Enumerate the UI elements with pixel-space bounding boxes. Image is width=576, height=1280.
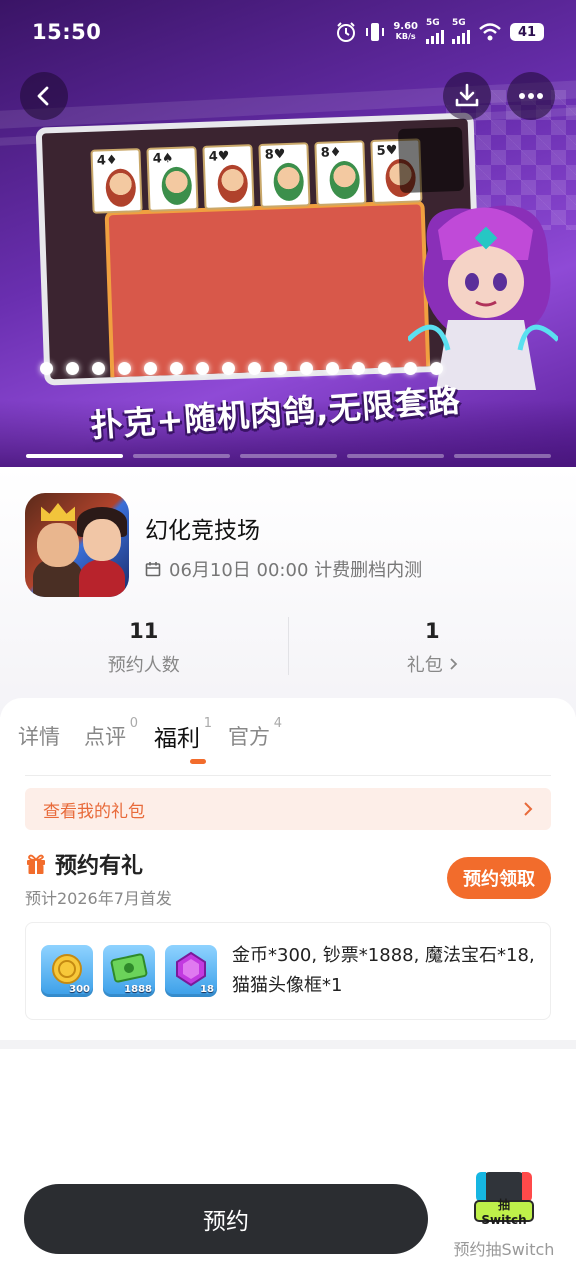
reward-description: 金币*300, 钞票*1888, 魔法宝石*18, 猫猫头像框*1 [232,945,535,996]
reservation-count: 11 [129,619,159,643]
hero-banner[interactable]: 4♦ 4♠ 4♥ 8♥ 8♦ 5♥ 扑克+随机肉鸽,无限套路 [0,0,576,467]
reserve-button[interactable]: 预约 [24,1184,428,1254]
chevron-right-icon [524,802,533,816]
coin-reward-icon: 300 [41,945,93,997]
tab-benefits[interactable]: 福利 1 [154,716,212,756]
tab-reviews-label: 点评 [84,725,126,749]
light-dots [40,362,443,375]
network-speed: 9.60 KB/s [393,21,418,42]
tab-divider [25,775,551,776]
playing-card: 4♥ [202,144,255,210]
section-separator [0,1040,576,1049]
more-icon [519,93,543,99]
carousel-dot[interactable] [347,454,444,458]
reserve-gift-heading: 预约有礼 [25,848,143,880]
tab-bar: 详情 点评 0 福利 1 官方 4 [18,716,294,756]
tab-details-label: 详情 [18,725,60,749]
carousel-indicator[interactable] [26,454,551,458]
score-panel [397,126,465,194]
back-button[interactable] [20,72,68,120]
gem-reward-icon: 18 [165,945,217,997]
status-icons: 9.60 KB/s 5G 5G 41 [335,18,544,47]
reservation-count-stat: 11 预约人数 [0,613,288,683]
tab-official-label: 官方 [228,725,270,749]
switch-badge: 抽Switch [474,1198,534,1227]
gift-icon [27,854,45,874]
reward-card: 300 1888 18 金币*300, 钞票*1888, 魔法宝石*18, 猫猫… [25,922,551,1020]
playing-card: 8♥ [258,142,311,208]
sim1-signal: 5G [426,18,444,47]
my-gifts-link-text: 查看我的礼包 [43,801,145,822]
tab-reviews-count: 0 [129,716,138,731]
download-icon [455,83,479,107]
alarm-icon [337,22,356,42]
tab-official[interactable]: 官方 4 [228,716,282,756]
gift-pack-count: 1 [424,619,440,643]
reserve-claim-button[interactable]: 预约领取 [447,857,551,899]
app-info-section: 幻化竞技场 06月10日 00:00 计费删档内测 11 预约人数 1 礼包 [0,467,576,717]
active-tab-indicator [190,759,206,764]
gift-pack-label-row[interactable]: 礼包 [407,651,458,677]
tab-benefits-count: 1 [203,716,212,731]
coin-reward-qty: 300 [69,984,90,995]
test-info: 06月10日 00:00 计费删档内测 [145,556,422,582]
test-info-text: 06月10日 00:00 计费删档内测 [169,560,423,581]
carousel-dot-active[interactable] [26,454,123,458]
tab-reviews[interactable]: 点评 0 [84,716,138,756]
switch-lottery-promo[interactable]: 抽Switch 预约抽Switch [446,1166,562,1259]
gift-pack-stat[interactable]: 1 礼包 [289,613,576,683]
playing-card: 8♦ [314,140,367,206]
carousel-dot[interactable] [240,454,337,458]
my-gifts-link[interactable]: 查看我的礼包 [25,788,551,830]
banknote-reward-icon: 1888 [103,945,155,997]
signal-bars-icon [452,28,470,44]
reservation-count-label: 预约人数 [107,655,180,676]
carousel-dot[interactable] [133,454,230,458]
switch-lottery-label: 预约抽Switch [453,1240,555,1259]
tab-details[interactable]: 详情 [18,716,60,756]
app-icon[interactable] [25,493,129,597]
calendar-icon [145,562,161,577]
wifi-icon [479,23,501,41]
sim2-signal: 5G [452,18,470,47]
download-button[interactable] [443,72,491,120]
app-name: 幻化竞技场 [145,518,260,544]
status-time: 15:50 [32,20,102,44]
banknote-reward-qty: 1888 [124,984,152,995]
release-estimate: 预计2026年7月首发 [25,889,172,908]
playing-card: 4♦ [90,148,143,214]
more-button[interactable] [507,72,555,120]
battery-indicator: 41 [510,23,544,41]
vibrate-icon [366,23,385,41]
back-arrow-icon [37,86,49,106]
carousel-dot[interactable] [454,454,551,458]
tab-benefits-label: 福利 [154,726,200,752]
game-table [104,200,431,386]
playing-card: 4♠ [146,146,199,212]
gift-pack-label: 礼包 [406,655,443,676]
stats-row: 11 预约人数 1 礼包 [0,613,576,683]
chevron-right-icon [450,658,458,670]
signal-bars-icon [426,28,444,44]
switch-console-icon: 抽Switch [472,1166,536,1227]
gem-reward-qty: 18 [200,984,214,995]
status-bar: 15:50 9.60 KB/s 5G 5G 41 [0,0,576,64]
tab-official-count: 4 [273,716,282,731]
reserve-gift-title: 预约有礼 [55,854,144,879]
